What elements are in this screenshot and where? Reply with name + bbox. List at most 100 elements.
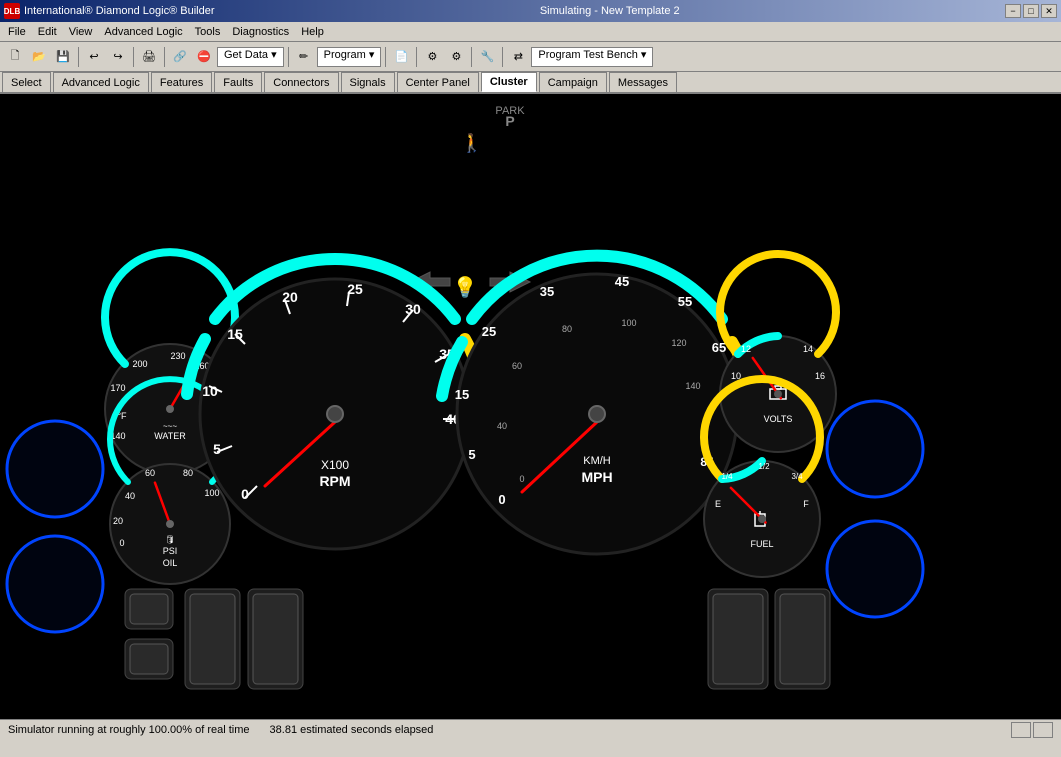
svg-text:16: 16 <box>815 371 825 381</box>
app-title: International® Diamond Logic® Builder <box>24 5 214 17</box>
status-right: 38.81 estimated seconds elapsed <box>270 724 434 736</box>
svg-text:1/2: 1/2 <box>758 462 770 471</box>
tb-pencil[interactable]: ✏ <box>293 46 315 68</box>
minimize-button[interactable]: − <box>1005 4 1021 18</box>
cluster-area: PARK P 🚶 💡 200 170 °F 230 140 260 <box>0 94 1061 719</box>
toolbar: 🗋 📂 💾 ↩ ↪ 🖨 🔗 ⛔ Get Data ▾ ✏ Program ▾ 📄… <box>0 42 1061 72</box>
tb-undo[interactable]: ↩ <box>83 46 105 68</box>
svg-text:140: 140 <box>685 381 700 391</box>
tb-open[interactable]: 📂 <box>28 46 50 68</box>
svg-text:55: 55 <box>678 294 692 309</box>
tb-gear2[interactable]: ⚙ <box>445 46 467 68</box>
tab-campaign[interactable]: Campaign <box>539 72 607 92</box>
tab-bar: Select Advanced Logic Features Faults Co… <box>0 72 1061 94</box>
svg-text:40: 40 <box>125 491 135 501</box>
status-icons <box>1011 722 1053 738</box>
menu-help[interactable]: Help <box>295 24 330 40</box>
tb-gear1[interactable]: ⚙ <box>421 46 443 68</box>
svg-text:230: 230 <box>170 351 185 361</box>
tab-faults[interactable]: Faults <box>214 72 262 92</box>
svg-text:12: 12 <box>741 344 751 354</box>
svg-text:35: 35 <box>540 284 554 299</box>
tab-cluster[interactable]: Cluster <box>481 72 537 92</box>
program-test-bench-button[interactable]: Program Test Bench ▾ <box>531 47 653 67</box>
svg-text:5: 5 <box>213 441 221 457</box>
tab-select[interactable]: Select <box>2 72 51 92</box>
svg-text:200: 200 <box>132 359 147 369</box>
status-left: Simulator running at roughly 100.00% of … <box>8 724 250 736</box>
menu-bar: File Edit View Advanced Logic Tools Diag… <box>0 22 1061 42</box>
tb-doc[interactable]: 📄 <box>390 46 412 68</box>
svg-text:X100: X100 <box>321 458 349 472</box>
tb-sep3 <box>164 47 165 67</box>
svg-text:5: 5 <box>468 447 475 462</box>
svg-text:0: 0 <box>519 474 524 484</box>
tb-sep8 <box>502 47 503 67</box>
svg-text:100: 100 <box>204 488 219 498</box>
tb-redo[interactable]: ↪ <box>107 46 129 68</box>
menu-edit[interactable]: Edit <box>32 24 63 40</box>
close-button[interactable]: ✕ <box>1041 4 1057 18</box>
maximize-button[interactable]: □ <box>1023 4 1039 18</box>
svg-text:VOLTS: VOLTS <box>764 414 793 424</box>
tb-wrench[interactable]: 🔧 <box>476 46 498 68</box>
svg-text:80: 80 <box>183 468 193 478</box>
tb-new[interactable]: 🗋 <box>4 46 26 68</box>
cluster-svg: PARK P 🚶 💡 200 170 °F 230 140 260 <box>0 94 1061 719</box>
simulator-status: Simulator running at roughly 100.00% of … <box>8 724 250 736</box>
svg-text:20: 20 <box>282 289 298 305</box>
svg-text:E: E <box>715 499 721 509</box>
svg-text:P: P <box>505 113 514 129</box>
svg-text:KM/H: KM/H <box>583 455 611 467</box>
app-icon: DLB <box>4 3 20 19</box>
menu-tools[interactable]: Tools <box>189 24 227 40</box>
tb-arrow[interactable]: ⇄ <box>507 46 529 68</box>
get-data-button[interactable]: Get Data ▾ <box>217 47 284 67</box>
status-icon-1 <box>1011 722 1031 738</box>
tb-connect[interactable]: 🔗 <box>169 46 191 68</box>
svg-text:3/4: 3/4 <box>791 472 803 481</box>
svg-text:14: 14 <box>803 344 813 354</box>
window-controls[interactable]: − □ ✕ <box>1005 4 1057 18</box>
svg-text:OIL: OIL <box>163 558 178 568</box>
program-button[interactable]: Program ▾ <box>317 47 382 67</box>
svg-text:170: 170 <box>110 383 125 393</box>
tb-disconnect[interactable]: ⛔ <box>193 46 215 68</box>
tab-features[interactable]: Features <box>151 72 212 92</box>
svg-text:1/4: 1/4 <box>721 472 733 481</box>
title-bar: DLB International® Diamond Logic® Builde… <box>0 0 1061 22</box>
tb-print[interactable]: 🖨 <box>138 46 160 68</box>
svg-text:80: 80 <box>562 324 572 334</box>
svg-text:WATER: WATER <box>154 431 186 441</box>
svg-text:MPH: MPH <box>581 469 612 485</box>
svg-text:15: 15 <box>455 387 469 402</box>
status-bar: Simulator running at roughly 100.00% of … <box>0 719 1061 739</box>
svg-text:🛢: 🛢 <box>165 535 175 544</box>
tb-sep6 <box>416 47 417 67</box>
menu-advanced-logic[interactable]: Advanced Logic <box>98 24 188 40</box>
tb-save[interactable]: 💾 <box>52 46 74 68</box>
tab-messages[interactable]: Messages <box>609 72 677 92</box>
svg-text:40: 40 <box>497 421 507 431</box>
tb-sep2 <box>133 47 134 67</box>
svg-text:30: 30 <box>405 301 421 317</box>
svg-text:💡: 💡 <box>453 275 478 299</box>
menu-view[interactable]: View <box>63 24 99 40</box>
menu-diagnostics[interactable]: Diagnostics <box>226 24 295 40</box>
tab-connectors[interactable]: Connectors <box>264 72 338 92</box>
svg-text:25: 25 <box>482 324 496 339</box>
tab-center-panel[interactable]: Center Panel <box>397 72 479 92</box>
svg-text:RPM: RPM <box>319 473 350 489</box>
svg-text:~~~: ~~~ <box>163 422 177 431</box>
tab-signals[interactable]: Signals <box>341 72 395 92</box>
menu-file[interactable]: File <box>2 24 32 40</box>
svg-text:45: 45 <box>615 274 629 289</box>
svg-text:0: 0 <box>119 538 124 548</box>
svg-text:10: 10 <box>202 383 218 399</box>
title-left: DLB International® Diamond Logic® Builde… <box>4 3 214 19</box>
tab-advanced-logic[interactable]: Advanced Logic <box>53 72 149 92</box>
tb-sep5 <box>385 47 386 67</box>
tb-sep1 <box>78 47 79 67</box>
svg-text:60: 60 <box>512 361 522 371</box>
status-icon-2 <box>1033 722 1053 738</box>
